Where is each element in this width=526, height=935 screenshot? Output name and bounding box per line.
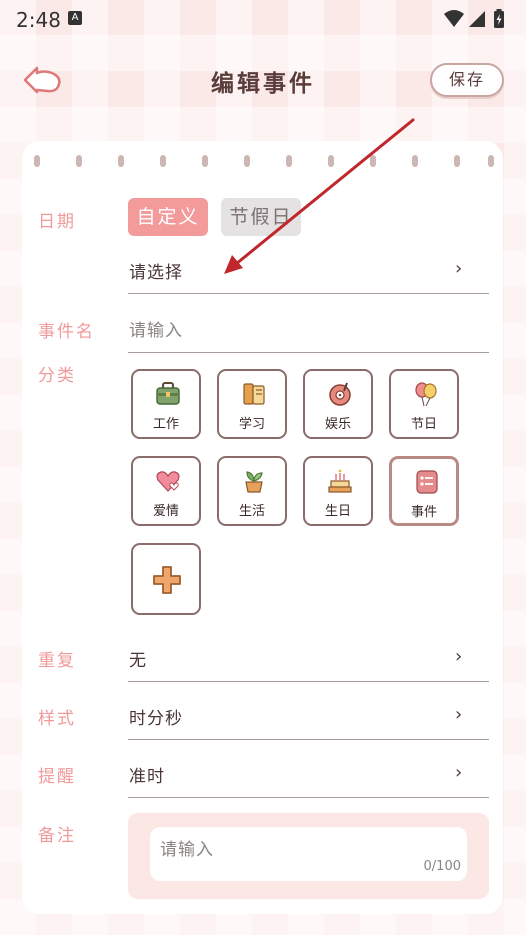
date-label: 日期 <box>38 212 76 232</box>
books-icon <box>243 383 265 405</box>
style-value: 时分秒 <box>129 709 183 729</box>
divider <box>128 352 489 353</box>
notes-placeholder: 请输入 <box>160 840 214 860</box>
status-notification-icon: A <box>68 11 82 25</box>
status-bar: 2:48 A <box>0 0 526 40</box>
event-name-label: 事件名 <box>38 322 95 342</box>
category-love[interactable]: 爱情 <box>131 456 201 526</box>
chevron-right-icon: › <box>455 762 463 783</box>
add-category-button[interactable] <box>131 543 201 615</box>
category-life-label: 生活 <box>238 504 265 519</box>
chip-holiday[interactable]: 节假日 <box>221 198 301 236</box>
chevron-right-icon: › <box>455 258 463 279</box>
category-study-label: 学习 <box>238 417 265 432</box>
divider <box>128 797 489 798</box>
notes-counter: 0/100 <box>423 859 461 874</box>
date-select-value: 请选择 <box>129 263 183 283</box>
repeat-label: 重复 <box>38 651 76 671</box>
category-label: 分类 <box>38 366 76 386</box>
birthday-cake-icon <box>328 469 352 493</box>
plus-icon <box>153 566 181 594</box>
briefcase-icon <box>156 382 180 405</box>
chevron-right-icon: › <box>455 646 463 667</box>
category-love-label: 爱情 <box>152 504 179 519</box>
wifi-icon <box>444 10 464 27</box>
chevron-right-icon: › <box>455 704 463 725</box>
category-event-label: 事件 <box>410 505 437 520</box>
divider <box>128 739 489 740</box>
category-entertainment-label: 娱乐 <box>324 417 351 432</box>
divider <box>128 293 489 294</box>
status-time: 2:48 <box>16 8 61 32</box>
category-event[interactable]: 事件 <box>389 456 459 526</box>
event-list-icon <box>416 470 438 494</box>
divider <box>128 681 489 682</box>
reminder-label: 提醒 <box>38 767 76 787</box>
notes-label: 备注 <box>38 826 76 846</box>
record-player-icon <box>329 382 351 406</box>
hearts-icon <box>156 471 180 492</box>
save-button[interactable]: 保存 <box>430 63 504 97</box>
notebook-holes <box>22 155 503 171</box>
form-card: 日期 自定义 节假日 请选择 › 事件名 请输入 分类 工作 学习 娱乐 节日 … <box>22 141 503 914</box>
category-work[interactable]: 工作 <box>131 369 201 439</box>
category-life[interactable]: 生活 <box>217 456 287 526</box>
balloons-icon <box>415 382 437 407</box>
chip-custom[interactable]: 自定义 <box>128 198 208 236</box>
category-festival[interactable]: 节日 <box>389 369 459 439</box>
category-birthday-label: 生日 <box>324 504 351 519</box>
category-entertainment[interactable]: 娱乐 <box>303 369 373 439</box>
repeat-value: 无 <box>129 651 147 671</box>
status-icons <box>442 8 512 34</box>
category-study[interactable]: 学习 <box>217 369 287 439</box>
category-birthday[interactable]: 生日 <box>303 456 373 526</box>
style-label: 样式 <box>38 709 76 729</box>
category-work-label: 工作 <box>152 417 179 432</box>
reminder-value: 准时 <box>129 767 165 787</box>
event-name-input[interactable]: 请输入 <box>129 316 183 341</box>
category-festival-label: 节日 <box>410 417 437 432</box>
notes-box: 请输入 0/100 <box>128 813 489 899</box>
notes-textarea[interactable]: 请输入 0/100 <box>150 827 467 881</box>
plant-pot-icon <box>245 471 263 493</box>
signal-icon <box>469 11 485 27</box>
